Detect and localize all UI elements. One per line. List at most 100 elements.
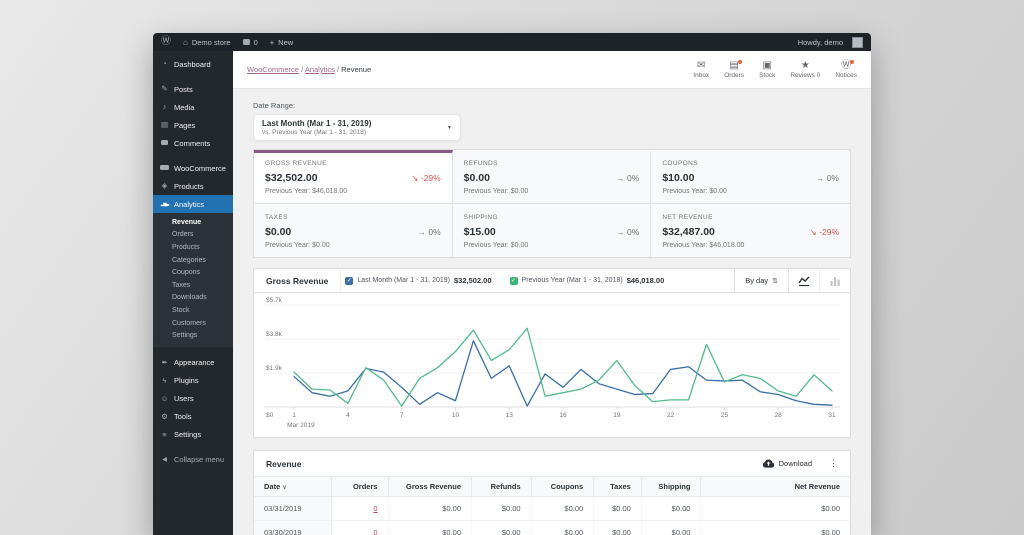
column-header-gross-revenue[interactable]: Gross Revenue [388, 477, 471, 497]
cell-net-revenue: $0.00 [701, 521, 850, 535]
orders-icon: ▤ [729, 61, 738, 71]
table-row: 03/30/2019 0 $0.00 $0.00 $0.00 $0.00 $0.… [254, 521, 850, 535]
activity-stock-button[interactable]: ▣ Stock [759, 61, 775, 79]
orders-badge-dot [738, 60, 742, 64]
sidebar-item-appearance[interactable]: ✒ Appearance [153, 354, 233, 372]
svg-text:31: 31 [828, 412, 836, 419]
sidebar-item-comments[interactable]: Comments [153, 134, 233, 152]
bar-chart-button[interactable] [819, 269, 850, 292]
submenu-item-stock[interactable]: Stock [153, 304, 233, 317]
svg-text:$0: $0 [266, 412, 274, 419]
posts-icon: ✎ [160, 85, 169, 93]
sidebar-item-products[interactable]: ◈ Products [153, 177, 233, 195]
legend-item-last-month[interactable]: ✓ Last Month (Mar 1 - 31, 2019) $32,502.… [345, 276, 491, 285]
sidebar-item-settings[interactable]: ≡ Settings [153, 426, 233, 444]
chart-title: Gross Revenue [254, 269, 340, 292]
sidebar-item-label: Tools [174, 412, 192, 421]
sidebar-item-analytics[interactable]: ▂▅▃ Analytics [153, 195, 233, 213]
svg-text:Mar 2019: Mar 2019 [287, 422, 315, 429]
tile-gross-revenue[interactable]: GROSS REVENUE $32,502.00 ↘ -29% Previous… [254, 150, 453, 204]
activity-label: Orders [724, 72, 744, 79]
tile-previous-value: Previous Year: $46,018.00 [265, 188, 441, 195]
kebab-menu-icon[interactable]: ⋮ [829, 458, 838, 469]
admin-sidebar: ◔ Dashboard ✎ Posts ♪ Media ▤ Pages Comm… [153, 51, 233, 535]
trend-flat-icon: → [417, 227, 426, 237]
sidebar-item-media[interactable]: ♪ Media [153, 98, 233, 116]
legend-item-previous-year[interactable]: ✓ Previous Year (Mar 1 - 31, 2018) $46,0… [510, 276, 665, 285]
checkbox-checked-icon[interactable]: ✓ [510, 277, 518, 285]
tile-label: COUPONS [662, 160, 839, 167]
tile-value: $32,487.00 [662, 226, 715, 238]
howdy-text: Howdy, demo [798, 38, 843, 47]
chart-plot-area[interactable]: $0$1.9k$3.8k$5.7k1471013161922252831Mar … [254, 293, 850, 437]
submenu-item-coupons[interactable]: Coupons [153, 266, 233, 279]
column-header-shipping[interactable]: Shipping [641, 477, 701, 497]
submenu-item-products[interactable]: Products [153, 241, 233, 254]
tile-shipping[interactable]: SHIPPING $15.00 → 0% Previous Year: $0.0… [453, 204, 652, 257]
svg-text:4: 4 [346, 412, 350, 419]
date-range-select[interactable]: Last Month (Mar 1 - 31, 2019) vs. Previo… [253, 114, 461, 141]
tile-refunds[interactable]: REFUNDS $0.00 → 0% Previous Year: $0.00 [453, 150, 652, 204]
new-content-menu[interactable]: + New [270, 38, 293, 47]
svg-text:19: 19 [613, 412, 621, 419]
activity-label: Notices [835, 72, 857, 79]
download-button[interactable]: Download [762, 459, 812, 468]
orders-count-link[interactable]: 0 [373, 528, 377, 535]
avatar [852, 37, 863, 48]
submenu-item-settings[interactable]: Settings [153, 329, 233, 342]
breadcrumb-link-analytics[interactable]: Analytics [305, 65, 335, 74]
breadcrumb-link-woocommerce[interactable]: WooCommerce [247, 65, 299, 74]
orders-count-link[interactable]: 0 [373, 504, 377, 513]
wp-logo-menu[interactable]: Ⓦ [161, 37, 171, 47]
column-header-coupons[interactable]: Coupons [531, 477, 594, 497]
sidebar-item-posts[interactable]: ✎ Posts [153, 80, 233, 98]
cell-refunds: $0.00 [472, 521, 532, 535]
checkbox-checked-icon[interactable]: ✓ [345, 277, 353, 285]
chevron-down-icon: ▼ [447, 125, 452, 131]
sidebar-item-label: Posts [174, 85, 193, 94]
date-range-primary: Last Month (Mar 1 - 31, 2019) [262, 119, 371, 128]
submenu-item-customers[interactable]: Customers [153, 317, 233, 330]
column-header-orders[interactable]: Orders [331, 477, 388, 497]
column-header-taxes[interactable]: Taxes [594, 477, 642, 497]
cell-date: 03/30/2019 [254, 521, 331, 535]
sidebar-item-collapse-menu[interactable]: ◀ Collapse menu [153, 451, 233, 469]
cell-date: 03/31/2019 [254, 497, 331, 521]
tile-taxes[interactable]: TAXES $0.00 → 0% Previous Year: $0.00 [254, 204, 453, 257]
revenue-line-chart[interactable]: $0$1.9k$3.8k$5.7k1471013161922252831Mar … [264, 297, 840, 435]
sidebar-item-plugins[interactable]: ϟ Plugins [153, 372, 233, 390]
submenu-item-taxes[interactable]: Taxes [153, 279, 233, 292]
activity-reviews-button[interactable]: ★ Reviews 0 [790, 61, 820, 79]
tile-coupons[interactable]: COUPONS $10.00 → 0% Previous Year: $0.00 [651, 150, 850, 204]
submenu-item-orders[interactable]: Orders [153, 229, 233, 242]
column-header-net-revenue[interactable]: Net Revenue [701, 477, 850, 497]
submenu-item-categories[interactable]: Categories [153, 254, 233, 267]
column-header-refunds[interactable]: Refunds [472, 477, 532, 497]
sidebar-item-tools[interactable]: ⚙ Tools [153, 408, 233, 426]
activity-panel: ✉ Inbox ▤ Orders ▣ Stock ★ Reviews 0 [693, 61, 857, 79]
sidebar-item-pages[interactable]: ▤ Pages [153, 116, 233, 134]
users-icon: ☺ [160, 395, 169, 403]
sidebar-item-label: WooCommerce [174, 164, 226, 173]
interval-value: By day [745, 276, 768, 285]
submenu-item-downloads[interactable]: Downloads [153, 292, 233, 305]
plugins-icon: ϟ [160, 377, 169, 385]
site-name-menu[interactable]: ⌂ Demo store [183, 38, 231, 47]
submenu-item-revenue[interactable]: Revenue [153, 216, 233, 229]
my-account-menu[interactable]: Howdy, demo [798, 37, 863, 48]
tools-icon: ⚙ [160, 413, 169, 421]
chart-legend: ✓ Last Month (Mar 1 - 31, 2019) $32,502.… [340, 269, 734, 292]
tile-net-revenue[interactable]: NET REVENUE $32,487.00 ↘ -29% Previous Y… [651, 204, 850, 257]
sidebar-item-dashboard[interactable]: ◔ Dashboard [153, 55, 233, 73]
sidebar-item-label: Users [174, 394, 194, 403]
activity-notices-button[interactable]: Ⓦ Notices [835, 61, 857, 79]
sidebar-item-woocommerce[interactable]: WooCommerce [153, 159, 233, 177]
comments-admin-menu[interactable]: 0 [243, 38, 258, 47]
column-header-date[interactable]: Date ∨ [254, 477, 331, 497]
activity-orders-button[interactable]: ▤ Orders [724, 61, 744, 79]
interval-select[interactable]: By day ⇅ [734, 269, 788, 292]
line-chart-button[interactable] [789, 269, 819, 292]
activity-inbox-button[interactable]: ✉ Inbox [693, 61, 709, 79]
sidebar-item-users[interactable]: ☺ Users [153, 390, 233, 408]
plus-icon: + [270, 38, 274, 47]
